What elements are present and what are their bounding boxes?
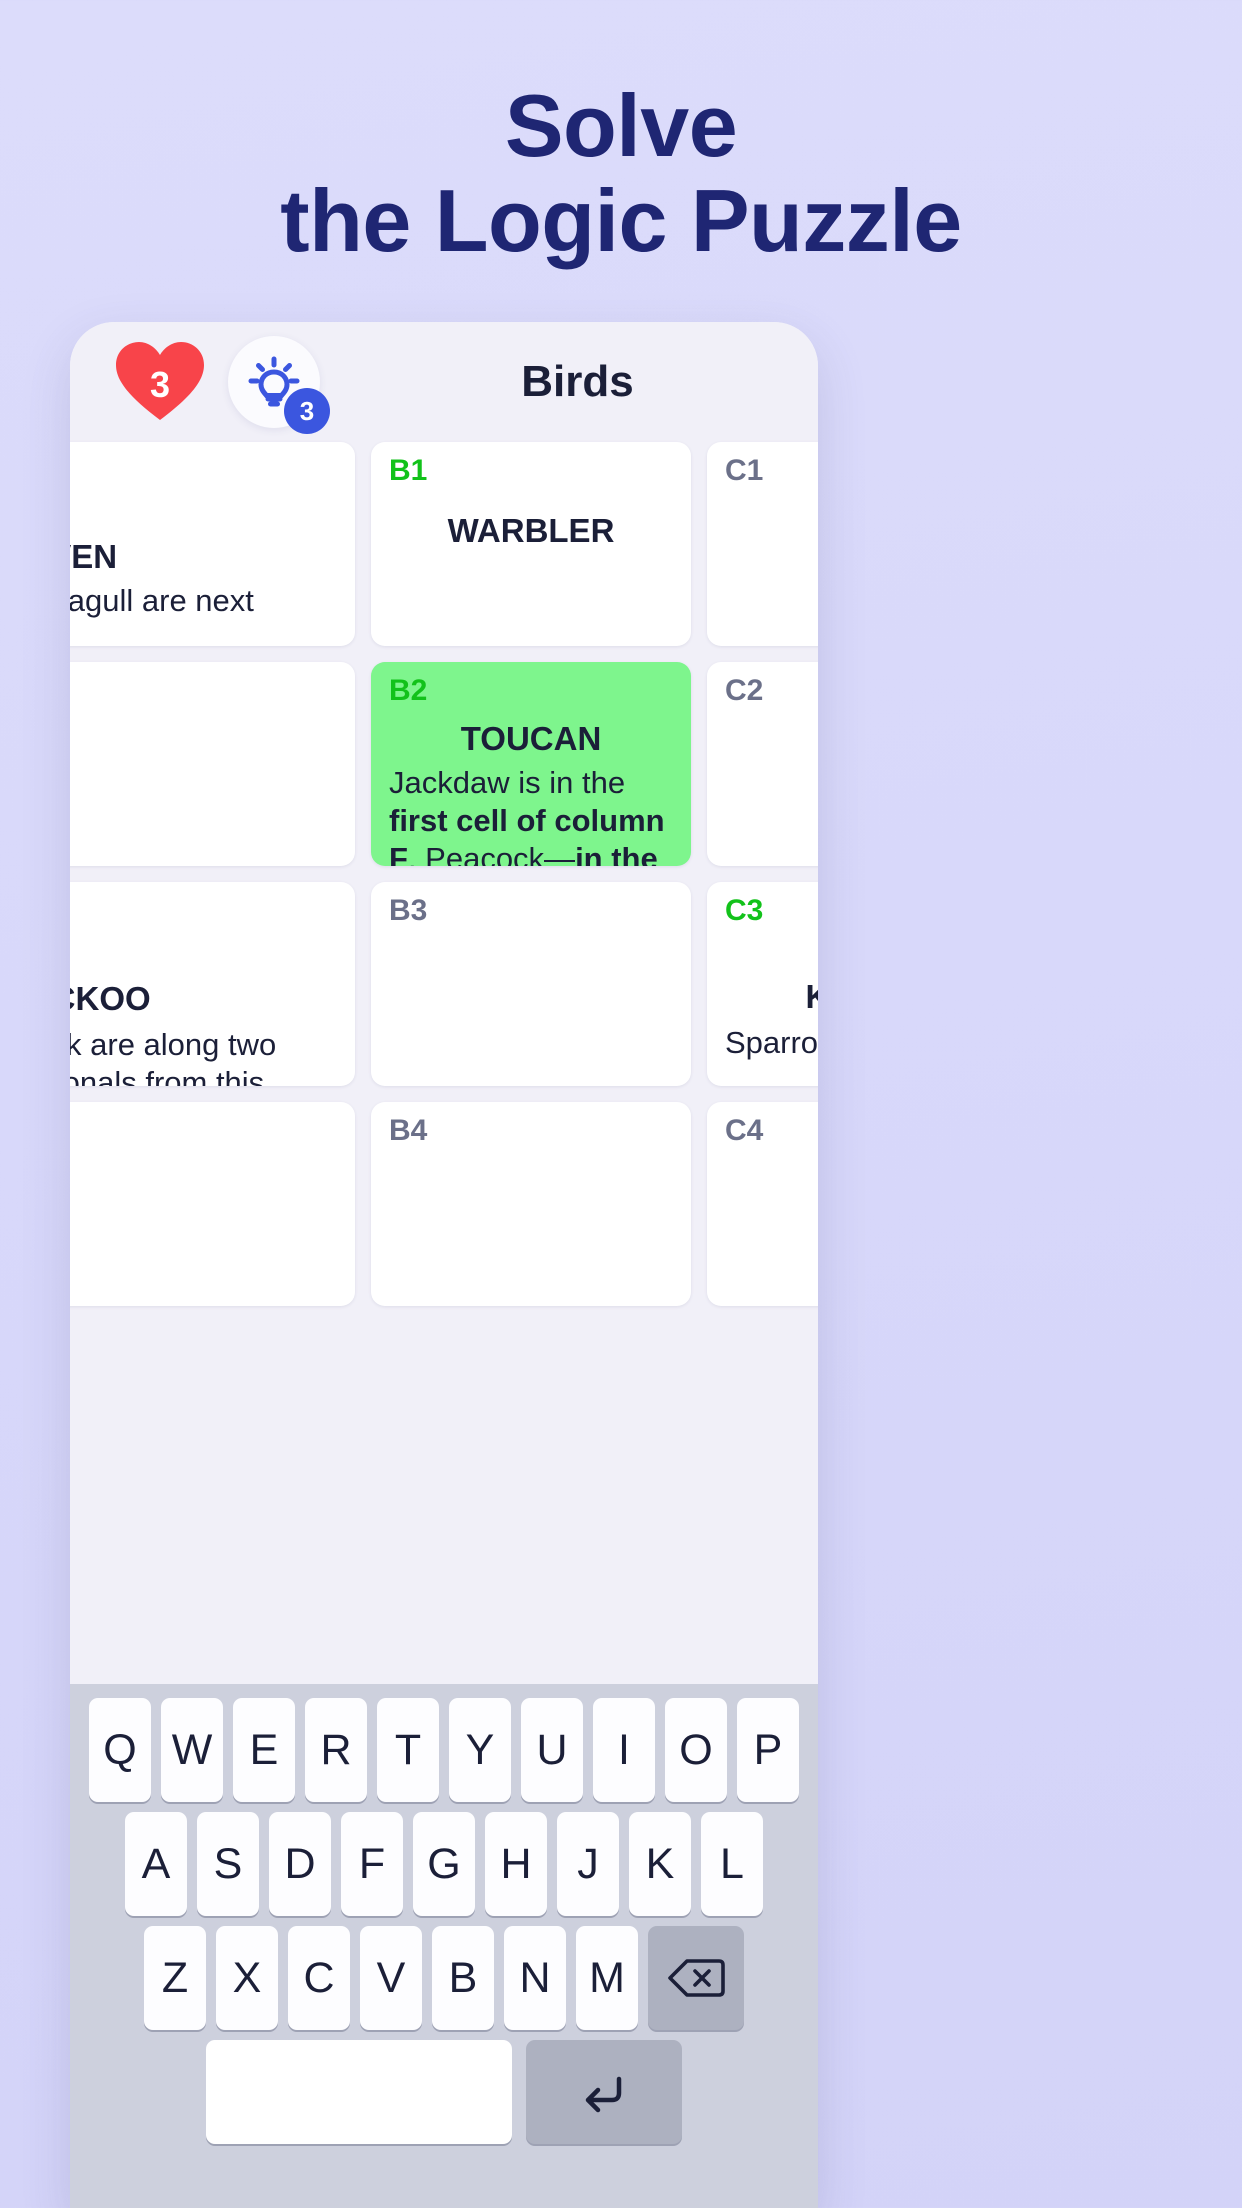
lives-count: 3 [149,364,171,405]
grid-cell-a2[interactable]: A2 [70,662,355,866]
grid-cell-label: B1 [389,454,428,487]
backspace-icon [668,1959,725,1997]
key-l[interactable]: L [701,1812,763,1916]
grid-cell-b4[interactable]: B4 [371,1102,691,1306]
key-n[interactable]: N [504,1926,566,2030]
key-m[interactable]: M [576,1926,638,2030]
key-u[interactable]: U [521,1698,583,1802]
key-a[interactable]: A [125,1812,187,1916]
key-t[interactable]: T [377,1698,439,1802]
key-backspace[interactable] [648,1926,744,2030]
key-d[interactable]: D [269,1812,331,1916]
keyboard-row-1: QWERTYUIOP [78,1698,810,1802]
promo-headline-line-2: the Logic Puzzle [280,171,962,271]
on-screen-keyboard: QWERTYUIOP ASDFGHJKL ZXCVBNM [70,1684,818,2208]
grid-cell-label: C3 [725,894,764,927]
grid-cell-c3[interactable]: C3 KINGFISHER Sparrow is one cell [707,882,818,1086]
grid-cell-clue-line-1: d Seagull are next [70,583,254,618]
app-screen: 3 3 Birds EN agull are next B1 WARBLER C… [70,322,818,2208]
hint-count-badge: 3 [284,388,330,434]
grid-cell-label: B3 [389,894,428,927]
key-w[interactable]: W [161,1698,223,1802]
key-b[interactable]: B [432,1926,494,2030]
key-g[interactable]: G [413,1812,475,1916]
key-o[interactable]: O [665,1698,727,1802]
key-y[interactable]: Y [449,1698,511,1802]
promo-headline-line-1: Solve [504,76,738,175]
grid-cell-word: TOUCAN [460,720,602,757]
grid-cell-label: C4 [725,1114,764,1147]
grid-cell-c1[interactable]: C1 [707,442,818,646]
key-q[interactable]: Q [89,1698,151,1802]
grid-cell-a1[interactable]: A1 RAVEN d Seagull are next ther [70,442,355,646]
promo-headline: Solve the Logic Puzzle [0,0,1242,270]
grid-cell-clue: d Seagull are next ther [70,582,337,646]
keyboard-row-4 [78,2040,810,2144]
key-c[interactable]: C [288,1926,350,2030]
phone-mockup: 3 3 Birds EN agull are next B1 WARBLER C… [70,322,818,2208]
grid-cell-b3[interactable]: B3 [371,882,691,1086]
grid-cell-label: C2 [725,674,764,707]
grid-cell-word: CUCKOO [70,980,151,1017]
grid-cell-c2[interactable]: C2 [707,662,818,866]
grid-cell-b2[interactable]: B2 TOUCAN Jackdaw is in the first cell o… [371,662,691,866]
key-h[interactable]: H [485,1812,547,1916]
grid-cell-clue: Hawk are along two diagonals from this [70,1026,337,1086]
key-e[interactable]: E [233,1698,295,1802]
key-x[interactable]: X [216,1926,278,2030]
grid-cell-clue-fragment-2: . Peacock— [407,840,576,866]
grid-cell-label: C1 [725,454,764,487]
grid-cell-b1[interactable]: B1 WARBLER [371,442,691,646]
grid-cell-clue-line-2: diagonals from this [70,1064,265,1086]
grid-cell-word: KINGFISHER [805,978,818,1015]
grid-cell-a4[interactable]: A4 [70,1102,355,1306]
grid-cell-word: RAVEN [70,538,118,575]
key-enter[interactable] [526,2040,682,2144]
lives-indicator[interactable]: 3 [114,340,206,424]
app-header: 3 3 Birds [70,322,818,442]
key-r[interactable]: R [305,1698,367,1802]
grid-cell-label: B2 [389,674,428,707]
grid-cell-label: B4 [389,1114,428,1147]
key-space[interactable] [206,2040,512,2144]
grid-cell-clue: Jackdaw is in the first cell of column F… [389,764,673,866]
grid-cell-a3[interactable]: A3 CUCKOO Hawk are along two diagonals f… [70,882,355,1086]
grid-cell-c4[interactable]: C4 [707,1102,818,1306]
key-p[interactable]: P [737,1698,799,1802]
puzzle-grid: A1 RAVEN d Seagull are next ther B1 WARB… [70,442,818,1306]
grid-cell-word: WARBLER [447,512,615,549]
keyboard-row-2: ASDFGHJKL [78,1812,810,1916]
page-title: Birds [521,357,634,406]
key-s[interactable]: S [197,1812,259,1916]
key-z[interactable]: Z [144,1926,206,2030]
key-j[interactable]: J [557,1812,619,1916]
grid-cell-clue-fragment-0: Jackdaw is in the [389,765,626,800]
grid-cell-clue: Sparrow is one cell [725,1025,818,1060]
keyboard-row-3: ZXCVBNM [78,1926,810,2030]
enter-return-icon [585,2076,622,2113]
grid-cell-clue-line-1: Hawk are along two [70,1027,277,1062]
key-f[interactable]: F [341,1812,403,1916]
hint-button[interactable]: 3 [228,336,330,434]
key-i[interactable]: I [593,1698,655,1802]
key-k[interactable]: K [629,1812,691,1916]
key-v[interactable]: V [360,1926,422,2030]
